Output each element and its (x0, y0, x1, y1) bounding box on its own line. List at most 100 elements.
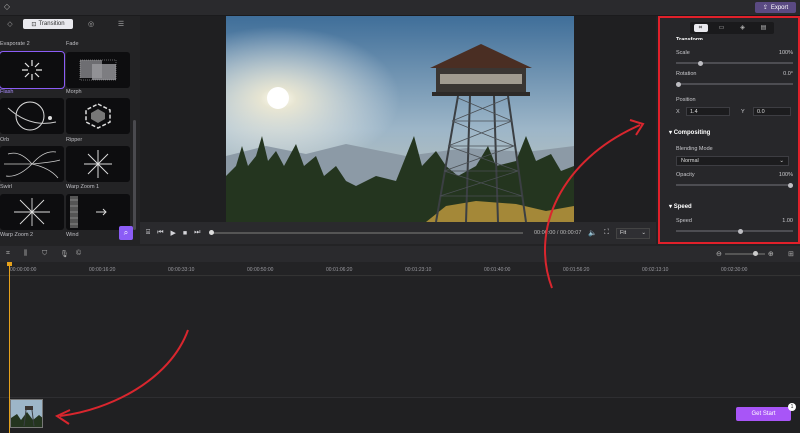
speed-slider[interactable] (676, 228, 793, 234)
split-icon[interactable]: ⫼ (24, 250, 27, 258)
playhead-handle[interactable] (7, 262, 12, 266)
speed-knob[interactable] (737, 228, 743, 234)
fit-timeline-icon[interactable]: ⊞ (788, 250, 794, 258)
playhead[interactable] (9, 262, 10, 433)
blending-mode-select[interactable]: Normal ⌄ (676, 156, 789, 166)
target-icon[interactable]: ◎ (76, 19, 106, 29)
scale-value: 100% (778, 50, 793, 56)
transition-tile-morph[interactable] (66, 52, 130, 88)
rotation-value: 0.0° (783, 71, 793, 77)
blending-mode-label: Blending Mode (676, 146, 713, 152)
rotation-slider[interactable] (676, 81, 793, 87)
scale-slider[interactable] (676, 60, 793, 66)
speed-label: Speed (676, 218, 692, 224)
transition-label: Morph (66, 89, 82, 95)
mask-icon[interactable]: ⛉ (42, 250, 47, 258)
tab-transition[interactable]: ⊡ Transition (23, 19, 73, 29)
ripper-thumb (85, 103, 111, 129)
app-menu-icon[interactable]: ◇ (2, 2, 12, 12)
volume-icon[interactable]: 🔈 (588, 229, 597, 237)
chevron-down-icon: ⌄ (779, 158, 784, 164)
ruler-tick-label: 00:00:33:10 (168, 267, 195, 273)
fit-select-value: Fit (620, 230, 627, 236)
orb-thumb (7, 101, 57, 131)
search-icon[interactable]: ⌕ (119, 226, 133, 240)
wind-thumb (70, 196, 107, 228)
transition-tile-ripper[interactable] (66, 98, 130, 134)
skip-back-icon[interactable]: ⏮ (157, 229, 163, 237)
chevron-down-icon: ⌄ (641, 230, 646, 236)
media-clip-thumbnail[interactable] (10, 399, 43, 428)
opacity-knob[interactable] (788, 182, 793, 188)
rotation-label: Rotation (676, 71, 697, 77)
transition-label: Warp Zoom 1 (66, 184, 100, 190)
tab-text-icon[interactable]: ▤ (757, 24, 771, 32)
transition-tile-warp-zoom-1[interactable] (66, 146, 130, 182)
ruler-tick-label: 00:01:06:20 (326, 267, 353, 273)
timeline-tracks[interactable] (0, 277, 800, 397)
play-icon[interactable]: ▶ (171, 229, 176, 237)
transition-tile-warp-zoom-2[interactable] (0, 194, 64, 230)
scale-knob[interactable] (698, 60, 704, 66)
get-start-button[interactable]: Get Start (736, 407, 791, 421)
transition-tile-wind[interactable] (66, 194, 130, 230)
position-y-label: Y (741, 109, 745, 115)
scale-label: Scale (676, 50, 690, 56)
zoom-slider[interactable] (724, 251, 765, 256)
microphone-icon[interactable]: 🎙 (60, 250, 69, 258)
timecode: 00:00:00 / 00:00:07 (533, 230, 582, 236)
transition-label: Flash (0, 89, 14, 95)
timeline-toolbar (0, 246, 800, 262)
properties-tab-bar: ⌗ ▭ ◈ ▤ (690, 22, 774, 34)
speed-header[interactable]: ▾ Speed (669, 203, 692, 210)
snapshot-icon[interactable]: ⌸ (146, 229, 150, 237)
speed-value: 1.00 (782, 218, 793, 224)
stop-icon[interactable]: ■ (183, 230, 187, 237)
zoom-out-icon[interactable]: ⊖ (716, 250, 722, 258)
ruler-tick-label: 00:02:30:00 (721, 267, 748, 273)
ruler-tick-label: 00:00:50:00 (247, 267, 274, 273)
fit-select[interactable]: Fit ⌄ (616, 227, 650, 239)
tab-transition-label: Transition (38, 21, 65, 27)
transition-tile-orb[interactable] (0, 98, 64, 134)
crop-icon[interactable]: ⌗ (6, 250, 10, 258)
opacity-slider[interactable] (676, 182, 793, 188)
flash-thumb (22, 60, 42, 80)
notification-badge: 1 (788, 403, 796, 411)
timeline-ruler[interactable] (0, 262, 800, 276)
position-y-input[interactable]: 0.0 (753, 107, 791, 116)
transition-label: Swirl (0, 184, 12, 190)
clip-thumb (11, 400, 42, 427)
left-tab-bar: ◇ ⊡ Transition ◎ ☰ (0, 18, 137, 30)
warp-zoom-2-thumb (14, 198, 50, 226)
tab-effects-icon[interactable]: ◈ (736, 24, 750, 32)
transition-tile-swirl[interactable] (0, 146, 64, 182)
position-x-label: X (676, 109, 680, 115)
position-x-input[interactable]: 1.4 (686, 107, 730, 116)
blending-mode-value: Normal (681, 158, 699, 164)
zoom-knob[interactable] (752, 251, 758, 256)
transition-label: Warp Zoom 2 (0, 232, 34, 238)
tab-video-icon[interactable]: ▭ (715, 24, 729, 32)
sparkle-icon[interactable]: ◇ (0, 19, 20, 29)
transition-label: Ripper (66, 137, 83, 143)
compositing-header[interactable]: ▾ Compositing (669, 129, 710, 136)
copyright-icon[interactable]: © (76, 250, 81, 257)
skip-forward-icon[interactable]: ⏭ (194, 229, 200, 237)
zoom-in-icon[interactable]: ⊕ (768, 250, 774, 258)
rotation-knob[interactable] (676, 81, 681, 87)
fullscreen-icon[interactable]: ⛶ (604, 229, 609, 237)
playback-bar: ⌸ ⏮ ▶ ■ ⏭ 00:00:00 / 00:00:07 🔈 ⛶ Fit ⌄ (140, 222, 656, 244)
position-label: Position (676, 97, 696, 103)
transition-tile-flash[interactable] (0, 51, 65, 89)
compositing-header-label: Compositing (673, 130, 711, 136)
progress-slider[interactable] (209, 230, 523, 235)
menu-icon[interactable]: ☰ (106, 19, 136, 29)
tab-crop-icon[interactable]: ⌗ (693, 24, 708, 32)
opacity-value: 100% (778, 172, 793, 178)
left-scrollbar[interactable] (133, 120, 136, 230)
speed-header-label: Speed (673, 204, 692, 210)
progress-knob[interactable] (209, 230, 215, 235)
preview-canvas[interactable] (226, 16, 574, 222)
export-button[interactable]: ⇪ Export (755, 2, 796, 13)
